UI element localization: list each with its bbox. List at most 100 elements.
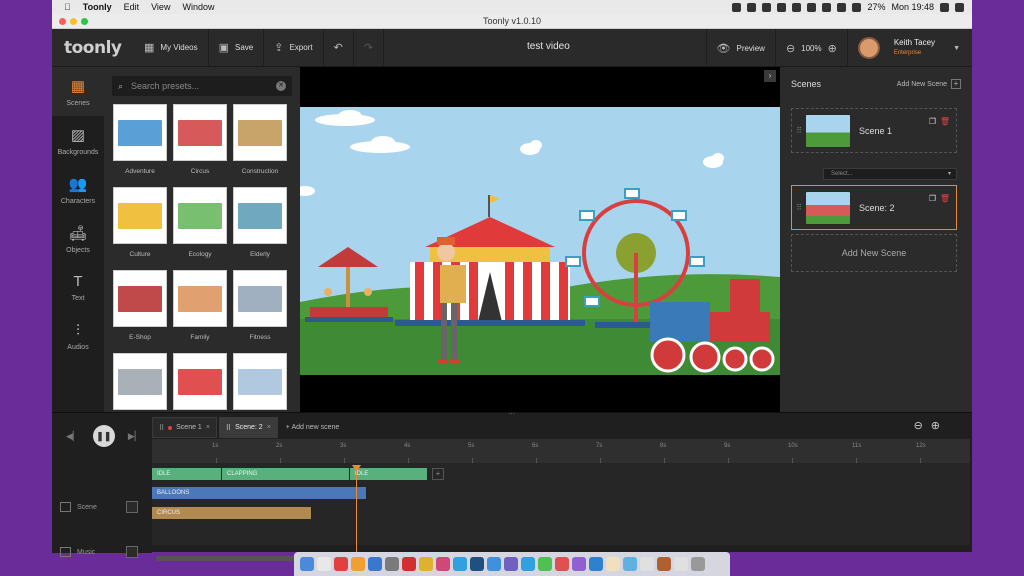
scene-card-active[interactable]: ⠿ Scene: 2 ❐ 🗑 <box>791 185 957 230</box>
skip-forward-icon[interactable]: ▶▏ <box>128 431 142 442</box>
zoom-out-icon[interactable]: ⊖ <box>914 419 923 432</box>
zoom-in-icon[interactable]: ⊕ <box>828 42 837 55</box>
zoom-in-icon[interactable]: ⊕ <box>931 419 940 432</box>
dock-app-icon[interactable] <box>572 557 586 571</box>
menu-edit[interactable]: Edit <box>124 2 140 12</box>
dock-app-icon[interactable] <box>470 557 484 571</box>
dock-app-icon[interactable] <box>691 557 705 571</box>
close-tab-icon[interactable]: × <box>206 424 210 431</box>
tray-icon[interactable] <box>732 2 742 12</box>
drag-handle-icon[interactable]: ⠿ <box>792 203 806 212</box>
scene-canvas[interactable] <box>300 107 780 375</box>
dock-app-icon[interactable] <box>589 557 603 571</box>
dock-app-icon[interactable] <box>368 557 382 571</box>
clip-idle[interactable]: IDLE <box>152 468 222 480</box>
duplicate-icon[interactable]: ❐ <box>929 117 936 126</box>
close-window-button[interactable] <box>59 18 66 25</box>
clip-idle[interactable]: IDLE <box>350 468 428 480</box>
tray-icon[interactable] <box>837 2 847 12</box>
sidebar-item-backgrounds[interactable]: ▨ Backgrounds <box>52 116 104 165</box>
zoom-out-icon[interactable]: ⊖ <box>786 42 795 55</box>
track-toggle[interactable] <box>126 546 138 558</box>
export-button[interactable]: ⇪ Export <box>264 28 324 67</box>
dock-app-icon[interactable] <box>657 557 671 571</box>
clip-circus[interactable]: CIRCUS <box>152 507 312 519</box>
add-scene-plus-icon[interactable]: + <box>951 79 961 89</box>
search-icon[interactable] <box>940 2 949 12</box>
dock-app-icon[interactable] <box>555 557 569 571</box>
dock-app-icon[interactable] <box>674 557 688 571</box>
dock-app-icon[interactable] <box>504 557 518 571</box>
preset-tile[interactable]: Fitness <box>233 270 287 353</box>
preset-tile[interactable]: Culture <box>113 187 167 270</box>
pause-button[interactable]: ❚❚ <box>92 425 115 447</box>
playhead[interactable] <box>356 467 357 559</box>
tray-icon[interactable] <box>807 2 817 12</box>
add-new-scene-link[interactable]: Add New Scene <box>897 81 947 88</box>
delete-icon[interactable]: 🗑 <box>940 117 950 126</box>
tab-scene-1[interactable]: ⠿ Scene 1 × <box>152 417 217 438</box>
drag-handle-icon[interactable]: ⠿ <box>792 126 806 135</box>
menu-window[interactable]: Window <box>182 2 214 12</box>
tray-icon[interactable] <box>747 2 757 12</box>
duplicate-icon[interactable]: ❐ <box>929 194 936 203</box>
sidebar-item-characters[interactable]: 👥 Characters <box>52 165 104 214</box>
save-button[interactable]: ▣ Save <box>209 28 265 67</box>
dock-app-icon[interactable] <box>521 557 535 571</box>
tray-icon[interactable] <box>822 2 832 12</box>
dock-app-icon[interactable] <box>334 557 348 571</box>
add-clip-plus-icon[interactable]: + <box>432 468 444 480</box>
menu-app[interactable]: Toonly <box>83 2 112 12</box>
minimize-window-button[interactable] <box>70 18 77 25</box>
undo-button[interactable]: ↶ <box>324 28 354 67</box>
wifi-icon[interactable] <box>852 2 862 12</box>
preset-tile[interactable]: E-Shop <box>113 270 167 353</box>
add-new-scene-tab[interactable]: + Add new scene <box>286 424 340 431</box>
delete-icon[interactable]: 🗑 <box>940 194 950 203</box>
sidebar-item-scenes[interactable]: ▦ Scenes <box>52 67 104 116</box>
search-presets-field[interactable]: ⌕ Search presets... ✕ <box>112 76 292 96</box>
preset-tile[interactable]: Ecology <box>173 187 227 270</box>
dock-app-icon[interactable] <box>538 557 552 571</box>
dock-app-icon[interactable] <box>436 557 450 571</box>
apple-icon[interactable]:  <box>64 2 71 12</box>
sidebar-item-objects[interactable]: 🛋 Objects <box>52 214 104 263</box>
dock-app-icon[interactable] <box>317 557 331 571</box>
clock[interactable]: Mon 19:48 <box>891 2 934 12</box>
tray-icon[interactable] <box>792 2 802 12</box>
skip-back-icon[interactable]: ◀▏ <box>66 431 80 442</box>
tab-scene-2[interactable]: ⠿ Scene: 2 × <box>218 417 278 438</box>
dock-app-icon[interactable] <box>351 557 365 571</box>
menu-list-icon[interactable] <box>955 2 964 12</box>
dock-app-icon[interactable] <box>623 557 637 571</box>
scene-card[interactable]: ⠿ Scene 1 ❐ 🗑 <box>791 108 957 153</box>
document-title[interactable]: test video <box>527 41 570 52</box>
time-ruler[interactable]: 1s 2s 3s 4s 5s 6s 7s 8s 9s 10s 11s 12s <box>152 439 970 463</box>
toonly-logo[interactable]: toonly <box>64 38 134 58</box>
preset-tile[interactable]: Elderly <box>233 187 287 270</box>
clip-balloons[interactable]: BALLOONS <box>152 487 367 499</box>
my-videos-button[interactable]: ▦ My Videos <box>134 28 209 67</box>
close-tab-icon[interactable]: × <box>267 424 271 431</box>
transition-select[interactable]: Select... ▾ <box>823 168 957 180</box>
battery-percent[interactable]: 27% <box>867 2 885 12</box>
tray-icon[interactable] <box>762 2 772 12</box>
dock-app-icon[interactable] <box>640 557 654 571</box>
clear-search-icon[interactable]: ✕ <box>276 81 286 91</box>
dock-app-icon[interactable] <box>402 557 416 571</box>
tray-icon[interactable] <box>777 2 787 12</box>
dock-app-icon[interactable] <box>606 557 620 571</box>
menu-view[interactable]: View <box>151 2 170 12</box>
dock-app-icon[interactable] <box>300 557 314 571</box>
sidebar-item-text[interactable]: T Text <box>52 263 104 312</box>
preset-tile[interactable]: Adventure <box>113 104 167 187</box>
user-menu[interactable]: Keith Tacey Enterprise ▼ <box>848 29 972 67</box>
preset-tile[interactable] <box>173 353 227 412</box>
preview-button[interactable]: 👁 Preview <box>705 29 776 67</box>
dock-app-icon[interactable] <box>385 557 399 571</box>
track-toggle[interactable] <box>126 501 138 513</box>
preset-tile[interactable]: Family <box>173 270 227 353</box>
expand-panel-button[interactable]: › <box>764 70 776 82</box>
redo-button[interactable]: ↷ <box>354 28 385 67</box>
preset-tile[interactable]: Construction <box>233 104 287 187</box>
